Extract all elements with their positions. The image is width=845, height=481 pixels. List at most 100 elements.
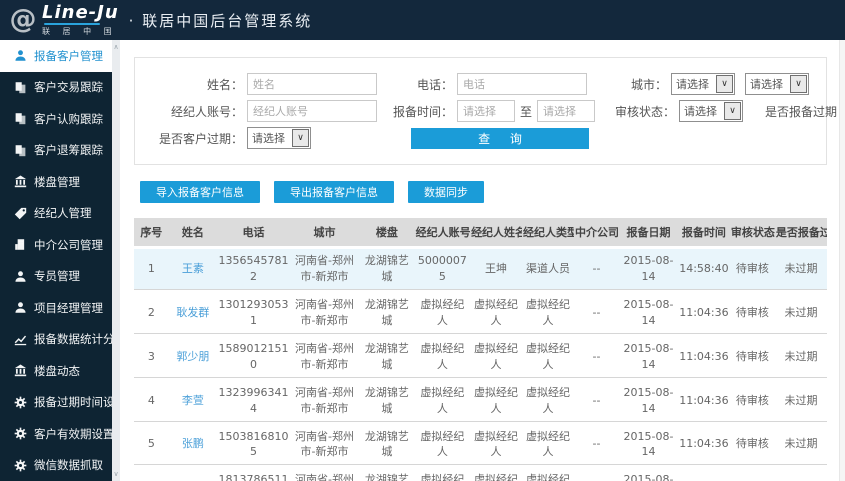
sidebar-item[interactable]: 楼盘动态 bbox=[0, 355, 112, 387]
name-input[interactable] bbox=[247, 73, 377, 95]
sidebar-item-label: 客户认购跟踪 bbox=[34, 111, 103, 126]
user-icon bbox=[13, 49, 27, 63]
gear-icon bbox=[13, 458, 27, 472]
sidebar-item[interactable]: 客户交易跟踪 bbox=[0, 72, 112, 104]
report-time-label: 报备时间： bbox=[392, 104, 453, 119]
sidebar-item[interactable]: 报备数据统计分析 bbox=[0, 324, 126, 356]
gear-icon bbox=[13, 395, 27, 409]
column-header: 城市 bbox=[289, 218, 360, 246]
sidebar-item[interactable]: 楼盘管理 bbox=[0, 166, 112, 198]
main-content: 姓名： 电话： 城市： 请选择 ∨ 请选择 ∨ bbox=[120, 40, 845, 481]
table-cell: 5 bbox=[134, 425, 169, 466]
page-title: · 联居中国后台管理系统 bbox=[128, 11, 313, 30]
table-cell: 11:04:36 bbox=[678, 468, 730, 481]
sidebar-item-label: 项目经理管理 bbox=[34, 300, 103, 315]
logo: Line-Ju 联 居 中 国 bbox=[42, 1, 119, 37]
table-cell: 2015-08-14 bbox=[619, 293, 678, 334]
city-city-select[interactable]: 请选择 ∨ bbox=[745, 73, 809, 95]
app-window: @ Line-Ju 联 居 中 国 · 联居中国后台管理系统 报备客户管理 客户交… bbox=[0, 0, 845, 481]
sidebar-item[interactable]: 客户退筹跟踪 bbox=[0, 135, 112, 167]
sidebar-item-label: 客户有效期设置 bbox=[34, 426, 115, 441]
table-cell: 郭少朋 bbox=[168, 337, 218, 378]
table-cell: 未过期 bbox=[774, 293, 827, 334]
table-cell: 15890121510 bbox=[217, 337, 290, 378]
table-cell: 6 bbox=[134, 468, 169, 481]
sidebar-item-label: 客户退筹跟踪 bbox=[34, 143, 103, 158]
column-header: 楼盘 bbox=[359, 218, 415, 246]
table-cell: 2015-08-14 bbox=[619, 337, 678, 378]
table-cell: 虚拟经纪人 bbox=[470, 425, 523, 466]
customer-expired-select[interactable]: 请选择 ∨ bbox=[247, 127, 311, 149]
table-row: 6张兵18137865115河南省-郑州市-新郑市龙湖锦艺城虚拟经纪人虚拟经纪人… bbox=[134, 468, 827, 481]
table-cell: 4 bbox=[134, 381, 169, 422]
table-cell: 2015-08-14 bbox=[619, 425, 678, 466]
sidebar-item[interactable]: 中介公司管理 bbox=[0, 229, 112, 261]
report-customer-table: 序号 姓名 电话 城市 楼盘 经纪人账号 经纪人姓名 经纪人类型 中介公司 报备日期 报备时间 审核状… bbox=[134, 215, 827, 481]
action-bar: 导入报备客户信息 导出报备客户信息 数据同步 bbox=[140, 181, 845, 203]
table-cell: 张兵 bbox=[169, 468, 218, 481]
table-cell: 李萱 bbox=[168, 381, 218, 422]
table-row: 2 耿发群 13012930531 河南省-郑州市-新郑市 龙湖锦艺城 虚拟经纪人 虚拟经纪… bbox=[134, 293, 827, 334]
table-cell: -- bbox=[574, 293, 620, 334]
customer-name-link[interactable]: 张鹏 bbox=[182, 437, 204, 450]
table-body: 1 王素 13565457812 河南省-郑州市-新郑市 龙湖锦艺城 50000075 王坤… bbox=[134, 249, 827, 481]
customer-expired-label: 是否客户过期： bbox=[158, 131, 243, 146]
sidebar-item-label: 楼盘动态 bbox=[34, 363, 80, 378]
column-header: 序号 bbox=[134, 218, 169, 246]
sidebar-item[interactable]: 客户认购跟踪 bbox=[0, 103, 112, 135]
office-icon bbox=[13, 238, 27, 252]
agent-account-input[interactable] bbox=[247, 100, 377, 122]
sidebar-item[interactable]: 报备过期时间设置 bbox=[0, 387, 126, 419]
table-cell: 龙湖锦艺城 bbox=[359, 468, 414, 481]
chevron-down-icon[interactable]: ∨ bbox=[112, 469, 120, 479]
table-header-row: 序号 姓名 电话 城市 楼盘 经纪人账号 经纪人姓名 经纪人类型 中介公司 报备日期 报备时间 审核状… bbox=[134, 218, 827, 246]
sidebar-item[interactable]: 报备客户管理 bbox=[0, 40, 112, 72]
sidebar-item[interactable]: 专员管理 bbox=[0, 261, 112, 293]
bank-icon bbox=[13, 364, 27, 378]
page-scrollbar[interactable] bbox=[839, 40, 845, 481]
phone-input[interactable] bbox=[457, 73, 587, 95]
customer-name-link[interactable]: 耿发群 bbox=[176, 306, 209, 319]
sidebar-item[interactable]: 微信数据抓取 bbox=[0, 450, 112, 481]
report-time-to-input[interactable] bbox=[537, 100, 596, 122]
customer-name-link[interactable]: 王素 bbox=[182, 262, 204, 275]
table-cell: 虚拟经纪人 bbox=[522, 425, 574, 466]
sidebar-item[interactable]: 经纪人管理 bbox=[0, 198, 112, 230]
query-button[interactable]: 查 询 bbox=[411, 127, 589, 149]
chevron-up-icon[interactable]: ∧ bbox=[112, 42, 120, 52]
customer-name-link[interactable]: 李萱 bbox=[182, 394, 204, 407]
table-cell: 待审核 bbox=[729, 293, 775, 334]
column-header: 报备日期 bbox=[619, 218, 678, 246]
sidebar-item-label: 专员管理 bbox=[34, 269, 80, 284]
chart-icon bbox=[13, 332, 27, 346]
sidebar-item[interactable]: 项目经理管理 bbox=[0, 292, 112, 324]
table-cell: 待审核 bbox=[729, 425, 775, 466]
chevron-down-icon: ∨ bbox=[790, 75, 807, 93]
data-sync-button[interactable]: 数据同步 bbox=[408, 181, 484, 203]
sidebar-scrollbar[interactable]: ∧ ∨ bbox=[112, 40, 120, 481]
audit-status-label: 审核状态： bbox=[615, 104, 676, 119]
table-cell: 11:04:36 bbox=[677, 381, 730, 422]
logo-main-text: Line-Ju bbox=[42, 1, 119, 23]
table-cell: 未过期 bbox=[774, 381, 827, 422]
table-cell: 龙湖锦艺城 bbox=[359, 381, 415, 422]
chevron-down-icon: ∨ bbox=[292, 129, 309, 147]
city-province-select[interactable]: 请选择 ∨ bbox=[671, 73, 735, 95]
chevron-down-icon: ∨ bbox=[716, 75, 733, 93]
table-cell: 虚拟经纪人 bbox=[414, 381, 471, 422]
table-cell: 虚拟经纪人 bbox=[414, 425, 471, 466]
customer-name-link[interactable]: 郭少朋 bbox=[176, 350, 209, 363]
sidebar-item-label: 经纪人管理 bbox=[34, 206, 92, 221]
phone-label: 电话： bbox=[416, 77, 453, 92]
table-cell: 王素 bbox=[168, 249, 218, 290]
sidebar-item-label: 报备客户管理 bbox=[34, 48, 103, 63]
import-report-customers-button[interactable]: 导入报备客户信息 bbox=[140, 181, 260, 203]
city-city-value: 请选择 bbox=[750, 78, 783, 91]
export-report-customers-button[interactable]: 导出报备客户信息 bbox=[274, 181, 394, 203]
report-time-from-input[interactable] bbox=[457, 100, 515, 122]
tag-icon bbox=[13, 206, 27, 220]
sidebar-item[interactable]: 客户有效期设置 bbox=[0, 418, 115, 450]
customer-expired-value: 请选择 bbox=[252, 132, 285, 145]
audit-status-select[interactable]: 请选择 ∨ bbox=[679, 100, 744, 122]
name-label: 姓名： bbox=[206, 77, 243, 92]
